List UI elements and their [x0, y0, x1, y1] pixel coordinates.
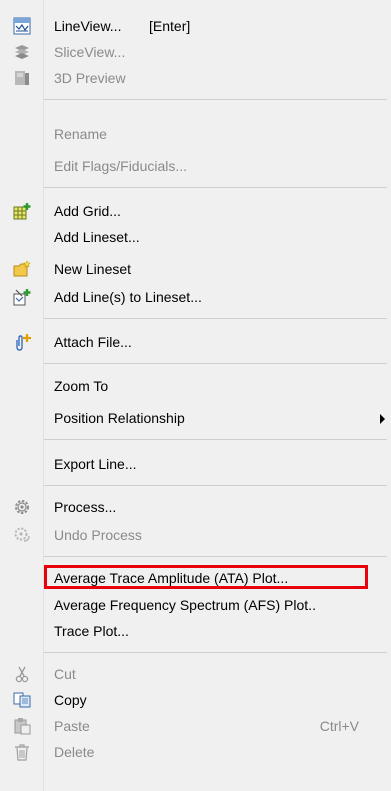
new-lineset-folder-icon	[13, 260, 31, 278]
menu-separator	[44, 485, 387, 486]
menu-item-lineview[interactable]: LineView... [Enter]	[0, 13, 391, 39]
menu-item-position-relationship[interactable]: Position Relationship	[0, 405, 391, 431]
menu-item-attach-file[interactable]: Attach File...	[0, 329, 391, 355]
paste-icon	[13, 717, 31, 735]
menu-item-label: Trace Plot...	[54, 623, 129, 639]
menu-separator	[44, 187, 387, 188]
menu-item-edit-flags[interactable]: Edit Flags/Fiducials...	[0, 153, 391, 179]
menu-separator	[44, 556, 387, 557]
menu-separator	[44, 363, 387, 364]
menu-item-label: Add Line(s) to Lineset...	[54, 289, 202, 305]
menu-item-shortcut: [Enter]	[149, 18, 191, 34]
menu-item-process[interactable]: Process...	[0, 494, 391, 520]
trash-icon	[13, 743, 31, 761]
menu-item-label: Copy	[54, 692, 87, 708]
menu-item-label: LineView...	[54, 18, 122, 34]
menu-item-label: New Lineset	[54, 261, 132, 277]
context-menu: LineView... [Enter] SliceView... 3D Prev…	[0, 0, 391, 791]
menu-item-label: Rename	[54, 126, 107, 142]
menu-item-label: Cut	[54, 666, 76, 682]
menu-item-label: Position Relationship	[54, 410, 185, 426]
menu-item-label: SliceView...	[54, 44, 126, 60]
menu-item-label: Average Frequency Spectrum (AFS) Plot..	[54, 597, 316, 613]
scissors-icon	[13, 665, 31, 683]
menu-item-undo-process[interactable]: Undo Process	[0, 522, 391, 548]
menu-separator	[44, 99, 387, 100]
copy-icon	[13, 691, 31, 709]
highlight-box	[44, 565, 368, 589]
paperclip-icon	[13, 333, 31, 351]
menu-item-new-lineset[interactable]: New Lineset	[0, 256, 391, 282]
menu-item-label: Add Grid...	[54, 203, 121, 219]
menu-item-label: Edit Flags/Fiducials...	[54, 158, 188, 174]
menu-separator	[44, 439, 387, 440]
add-grid-icon	[13, 202, 31, 220]
menu-item-delete[interactable]: Delete	[0, 739, 391, 765]
menu-item-label: Export Line...	[54, 456, 137, 472]
menu-item-add-lines-to-lineset[interactable]: Add Line(s) to Lineset...	[0, 284, 391, 310]
menu-item-copy[interactable]: Copy	[0, 687, 391, 713]
lineview-icon	[13, 17, 31, 35]
menu-item-label: Attach File...	[54, 334, 132, 350]
submenu-arrow-icon	[380, 414, 385, 424]
menu-separator	[44, 652, 387, 653]
menu-item-shortcut: Ctrl+V	[319, 718, 359, 734]
sliceview-icon	[13, 43, 31, 61]
menu-item-afs-plot[interactable]: Average Frequency Spectrum (AFS) Plot..	[0, 592, 391, 618]
menu-item-3d-preview[interactable]: 3D Preview	[0, 65, 391, 91]
menu-item-label: 3D Preview	[54, 70, 126, 86]
menu-item-trace-plot[interactable]: Trace Plot...	[0, 618, 391, 644]
menu-item-sliceview[interactable]: SliceView...	[0, 39, 391, 65]
menu-separator	[44, 318, 387, 319]
gear-icon	[13, 498, 31, 516]
menu-item-label: Paste	[54, 718, 90, 734]
menu-item-label: Add Lineset...	[54, 229, 140, 245]
menu-item-paste[interactable]: Paste Ctrl+V	[0, 713, 391, 739]
add-lines-icon	[13, 288, 31, 306]
menu-item-label: Process...	[54, 499, 117, 515]
menu-item-add-grid[interactable]: Add Grid...	[0, 198, 391, 224]
menu-item-zoom-to[interactable]: Zoom To	[0, 373, 391, 399]
menu-item-cut[interactable]: Cut	[0, 661, 391, 687]
menu-item-label: Zoom To	[54, 378, 109, 394]
menu-item-label: Delete	[54, 744, 95, 760]
menu-item-export-line[interactable]: Export Line...	[0, 451, 391, 477]
menu-item-rename[interactable]: Rename	[0, 121, 391, 147]
menu-item-add-lineset[interactable]: Add Lineset...	[0, 224, 391, 250]
menu-item-label: Undo Process	[54, 527, 142, 543]
undo-gear-icon	[13, 526, 31, 544]
3d-preview-icon	[13, 69, 31, 87]
